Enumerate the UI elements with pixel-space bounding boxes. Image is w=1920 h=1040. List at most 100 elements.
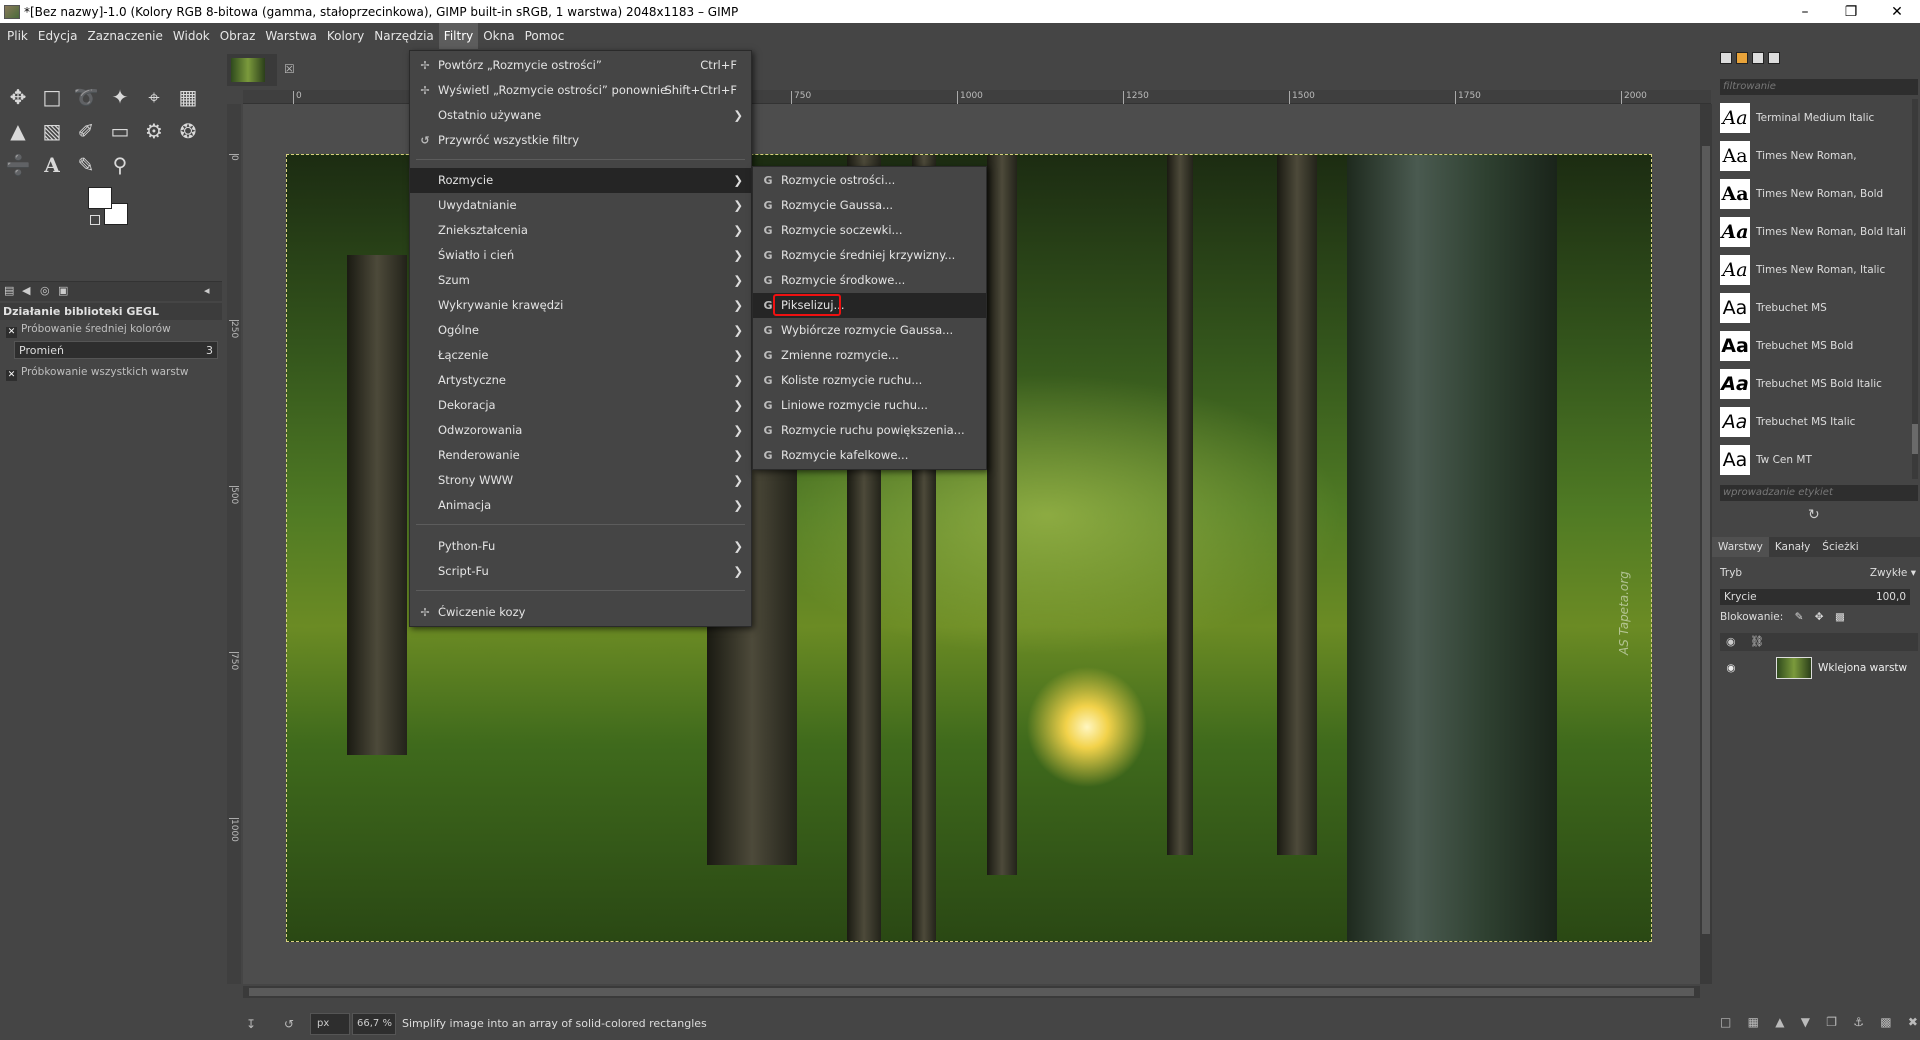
menu-item-dekoracja[interactable]: Dekoracja ❯ bbox=[410, 393, 751, 418]
font-item[interactable]: Aa Terminal Medium Italic bbox=[1720, 99, 1910, 137]
pointer-icon[interactable]: ↧ bbox=[246, 1017, 256, 1031]
font-item[interactable]: Aa Times New Roman, bbox=[1720, 137, 1910, 175]
menu-item-strony-www[interactable]: Strony WWW ❯ bbox=[410, 468, 751, 493]
menu-okna[interactable]: Okna bbox=[478, 23, 519, 49]
foreground-color[interactable] bbox=[88, 187, 112, 209]
delete-layer-icon[interactable]: ✖ bbox=[1908, 1015, 1918, 1035]
bucket-fill-tool-icon[interactable]: ▲ bbox=[4, 117, 32, 145]
new-group-icon[interactable]: ▦ bbox=[1748, 1015, 1759, 1035]
zoom-tool-icon[interactable]: ⚲ bbox=[106, 151, 134, 179]
layer-row[interactable]: ◉ Wklejona warstw bbox=[1720, 653, 1918, 683]
menu-item-goat-exercise[interactable]: ✢ Ćwiczenie kozy bbox=[410, 600, 751, 625]
menu-item-animacja[interactable]: Animacja ❯ bbox=[410, 493, 751, 518]
menu-kolory[interactable]: Kolory bbox=[322, 23, 369, 49]
menu-item-renderowanie[interactable]: Renderowanie ❯ bbox=[410, 443, 751, 468]
menu-item-median-blur[interactable]: G Rozmycie środkowe... bbox=[753, 268, 986, 293]
refresh-icon[interactable]: ↻ bbox=[1808, 507, 1820, 523]
menu-item-python-fu[interactable]: Python-Fu ❯ bbox=[410, 534, 751, 559]
document-history-tab-icon[interactable] bbox=[1768, 52, 1780, 64]
menu-item-artystyczne[interactable]: Artystyczne ❯ bbox=[410, 368, 751, 393]
font-item[interactable]: Aa Trebuchet MS Italic bbox=[1720, 403, 1910, 441]
font-item[interactable]: Aa Trebuchet MS bbox=[1720, 289, 1910, 327]
menu-edycja[interactable]: Edycja bbox=[33, 23, 83, 49]
lock-alpha-icon[interactable]: ▩ bbox=[1835, 611, 1845, 623]
menu-item-recent[interactable]: Ostatnio używane ❯ bbox=[410, 103, 751, 128]
move-tool-icon[interactable]: ✥ bbox=[4, 83, 32, 111]
menu-widok[interactable]: Widok bbox=[168, 23, 215, 49]
eye-icon[interactable]: ◉ bbox=[1720, 662, 1742, 674]
undo-history-tab-icon[interactable]: ◎ bbox=[40, 284, 56, 298]
menu-item-ogolne[interactable]: Ogólne ❯ bbox=[410, 318, 751, 343]
lasso-tool-icon[interactable]: ➰ bbox=[72, 83, 100, 111]
menu-item-krawedzie[interactable]: Wykrywanie krawędzi ❯ bbox=[410, 293, 751, 318]
eraser-tool-icon[interactable]: ▭ bbox=[106, 117, 134, 145]
zoom-select[interactable]: 66,7 % bbox=[352, 1012, 396, 1035]
default-colors-icon[interactable] bbox=[90, 215, 100, 225]
tag-input[interactable]: wprowadzanie etykiet bbox=[1720, 485, 1918, 501]
device-status-tab-icon[interactable]: ◀ bbox=[22, 284, 38, 298]
menu-item-rozmycie[interactable]: Rozmycie ❯ bbox=[410, 168, 751, 193]
new-layer-icon[interactable]: □ bbox=[1720, 1015, 1731, 1035]
font-list-scrollbar[interactable] bbox=[1912, 99, 1918, 479]
unified-transform-tool-icon[interactable]: ▦ bbox=[174, 83, 202, 111]
radius-spinner[interactable]: Promień 3 bbox=[14, 341, 218, 359]
menu-item-odwzorowania[interactable]: Odwzorowania ❯ bbox=[410, 418, 751, 443]
fuzzy-select-tool-icon[interactable]: ✦ bbox=[106, 83, 134, 111]
menu-narzedzia[interactable]: Narzędzia bbox=[369, 23, 439, 49]
fg-bg-colors[interactable] bbox=[88, 187, 132, 227]
close-icon[interactable]: ✕ bbox=[1874, 0, 1920, 23]
mode-select[interactable]: Zwykłe ▾ bbox=[1870, 563, 1916, 583]
menu-item-swiatlo[interactable]: Światło i cień ❯ bbox=[410, 243, 751, 268]
font-item[interactable]: Aa Trebuchet MS Bold bbox=[1720, 327, 1910, 365]
patterns-tab-icon[interactable] bbox=[1736, 52, 1748, 64]
menu-item-reshow[interactable]: ✢ Wyświetl „Rozmycie ostrości” ponownie Sh… bbox=[410, 78, 751, 103]
paintbrush-tool-icon[interactable]: ✐ bbox=[72, 117, 100, 145]
font-item[interactable]: Aa Tw Cen MT bbox=[1720, 441, 1910, 479]
opacity-slider[interactable]: Krycie 100,0 bbox=[1720, 589, 1910, 605]
menu-item-repeat[interactable]: ✢ Powtórz „Rozmycie ostrości” Ctrl+F bbox=[410, 53, 751, 78]
close-image-tab-icon[interactable]: ☒ bbox=[284, 62, 295, 76]
menu-item-tileable-blur[interactable]: G Rozmycie kafelkowe... bbox=[753, 443, 986, 468]
image-tab[interactable] bbox=[227, 54, 277, 86]
font-list[interactable]: Aa Terminal Medium Italic Aa Times New Rom… bbox=[1720, 99, 1910, 479]
smudge-tool-icon[interactable]: ❂ bbox=[174, 117, 202, 145]
vertical-scrollbar[interactable] bbox=[1700, 104, 1712, 984]
horizontal-scrollbar[interactable] bbox=[243, 986, 1700, 998]
tab-channels[interactable]: Kanały bbox=[1769, 537, 1816, 557]
menu-item-znieksztalcenia[interactable]: Zniekształcenia ❯ bbox=[410, 218, 751, 243]
minimize-icon[interactable]: – bbox=[1782, 0, 1828, 23]
gradient-tool-icon[interactable]: ▧ bbox=[38, 117, 66, 145]
unit-select[interactable]: px bbox=[310, 1012, 350, 1035]
font-item[interactable]: Aa Times New Roman, Bold Itali bbox=[1720, 213, 1910, 251]
menu-item-focus-blur[interactable]: G Rozmycie ostrości... bbox=[753, 168, 986, 193]
images-tab-icon[interactable]: ▣ bbox=[58, 284, 74, 298]
menu-item-mean-curvature-blur[interactable]: G Rozmycie średniej krzywizny... bbox=[753, 243, 986, 268]
sample-merged-checkbox[interactable]: ✕ Próbkowanie wszystkich warstw bbox=[0, 363, 222, 382]
font-filter-input[interactable]: filtrowanie bbox=[1720, 79, 1918, 95]
raise-layer-icon[interactable]: ▲ bbox=[1775, 1015, 1784, 1035]
menu-item-laczenie[interactable]: Łączenie ❯ bbox=[410, 343, 751, 368]
menu-item-lens-blur[interactable]: G Rozmycie soczewki... bbox=[753, 218, 986, 243]
duplicate-layer-icon[interactable]: ❐ bbox=[1826, 1015, 1837, 1035]
mask-icon[interactable]: ▩ bbox=[1880, 1015, 1891, 1035]
paths-tool-icon[interactable]: ➗ bbox=[4, 151, 32, 179]
menu-item-script-fu[interactable]: Script-Fu ❯ bbox=[410, 559, 751, 584]
menu-item-linear-motion-blur[interactable]: G Liniowe rozmycie ruchu... bbox=[753, 393, 986, 418]
menu-filtry[interactable]: Filtry bbox=[438, 23, 479, 49]
anchor-layer-icon[interactable]: ⚓ bbox=[1853, 1015, 1864, 1035]
menu-item-gaussian-blur[interactable]: G Rozmycie Gaussa... bbox=[753, 193, 986, 218]
menu-item-reset[interactable]: ↺ Przywróć wszystkie filtry bbox=[410, 128, 751, 153]
sample-average-checkbox[interactable]: ✕ Próbowanie średniej kolorów bbox=[0, 320, 222, 339]
lock-pixels-icon[interactable]: ✎ bbox=[1795, 611, 1804, 623]
lock-position-icon[interactable]: ✥ bbox=[1815, 611, 1824, 623]
menu-item-circular-motion-blur[interactable]: G Koliste rozmycie ruchu... bbox=[753, 368, 986, 393]
menu-item-uwydatnianie[interactable]: Uwydatnianie ❯ bbox=[410, 193, 751, 218]
undo-icon[interactable]: ↺ bbox=[284, 1017, 294, 1031]
font-item[interactable]: Aa Trebuchet MS Bold Italic bbox=[1720, 365, 1910, 403]
menu-item-variable-blur[interactable]: G Zmienne rozmycie... bbox=[753, 343, 986, 368]
font-item[interactable]: Aa Times New Roman, Italic bbox=[1720, 251, 1910, 289]
menu-item-szum[interactable]: Szum ❯ bbox=[410, 268, 751, 293]
text-tool-icon[interactable]: A bbox=[38, 151, 66, 179]
menu-pomoc[interactable]: Pomoc bbox=[520, 23, 570, 49]
maximize-icon[interactable]: ❐ bbox=[1828, 0, 1874, 23]
